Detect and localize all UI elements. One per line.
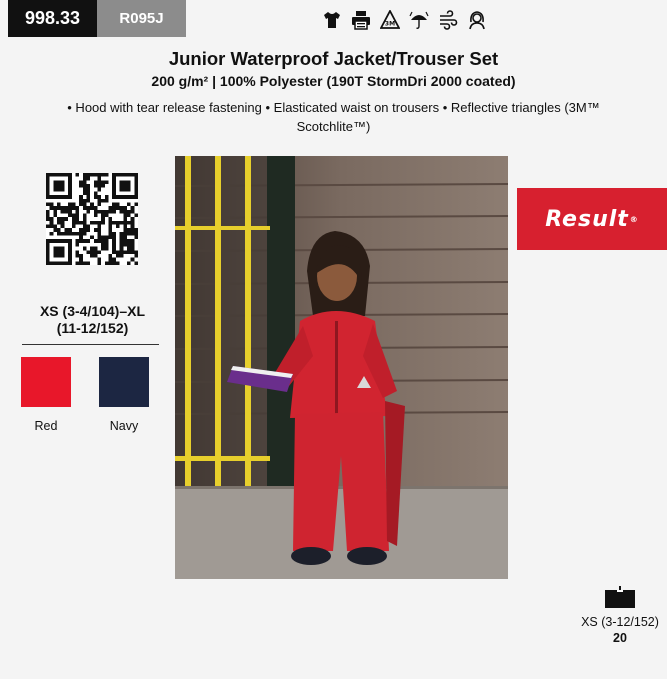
color-label-red: Red: [34, 419, 58, 433]
color-swatch-red[interactable]: [21, 357, 71, 407]
size-range: XS (3-4/104)–XL (11-12/152): [15, 303, 170, 337]
product-title: Junior Waterproof Jacket/Trouser Set: [168, 48, 499, 69]
windproof-icon: [438, 10, 458, 30]
tshirt-icon: [322, 10, 342, 30]
qr-code[interactable]: [46, 173, 138, 265]
size-range-line2: (11-12/152): [56, 320, 129, 336]
product-subtitle: 200 g/m² | 100% Polyester (190T StormDri…: [151, 73, 516, 89]
pack-size: XS (3-12/152): [581, 615, 659, 629]
waterproof-icon: [409, 10, 429, 30]
catalog-page: 998.33 R095J 3M Junior Waterproof Jacket…: [0, 0, 667, 679]
color-swatch-navy[interactable]: [99, 357, 149, 407]
print-icon: [351, 10, 371, 30]
article-code: R095J: [97, 0, 186, 37]
feature-icons: 3M: [322, 8, 487, 32]
product-photo: [175, 156, 508, 579]
hood-icon: [467, 10, 487, 30]
pack-quantity: 20: [613, 631, 627, 645]
article-code-text: R095J: [119, 10, 164, 27]
product-code: 998.33: [8, 0, 97, 37]
brand-mark: ®: [629, 214, 639, 224]
brand-name: Result: [545, 206, 629, 232]
icon-badge-text: 3M: [385, 21, 395, 28]
size-range-line1: XS (3-4/104)–XL: [39, 303, 146, 319]
product-features: • Hood with tear release fastening • Ela…: [67, 100, 600, 134]
reflective-3m-icon: 3M: [380, 10, 400, 30]
carton-icon: [605, 586, 635, 608]
product-code-text: 998.33: [24, 8, 81, 28]
size-divider: [22, 344, 159, 345]
brand-logo: Result ®: [517, 188, 667, 250]
color-label-navy: Navy: [109, 419, 139, 433]
